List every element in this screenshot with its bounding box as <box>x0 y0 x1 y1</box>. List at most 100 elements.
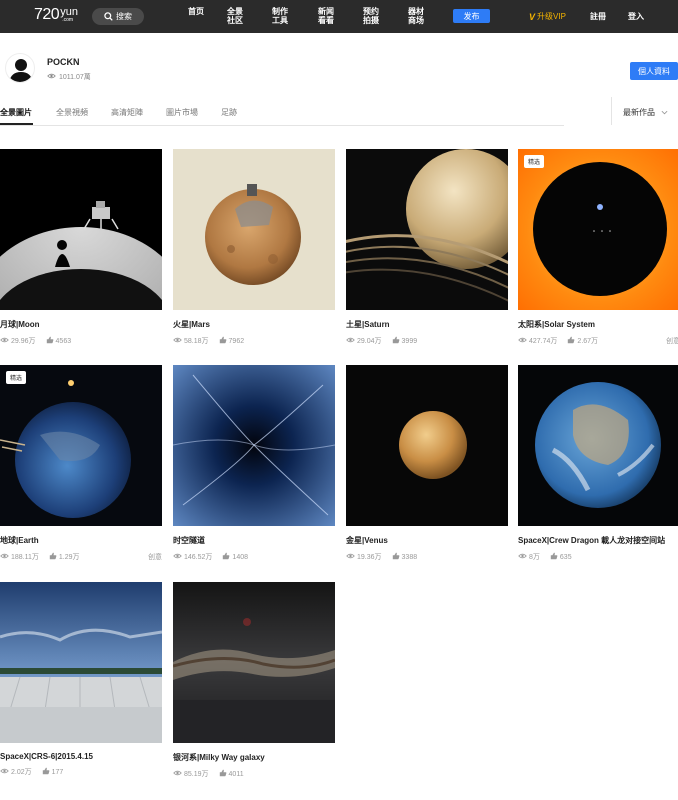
card-thumbnail-solar-system[interactable]: 精选 <box>518 149 678 310</box>
nav-tools[interactable]: 制作工具 <box>270 7 290 25</box>
login-link[interactable]: 登入 <box>628 11 644 22</box>
card-thumbnail-venus[interactable] <box>346 365 508 526</box>
nav-booking[interactable]: 预约拍摄 <box>361 7 381 25</box>
card-title[interactable]: 时空隧道 <box>173 535 335 546</box>
thumbs-up-icon <box>222 552 230 562</box>
eye-icon <box>0 553 9 561</box>
nav-store[interactable]: 器材商场 <box>406 7 426 25</box>
card-title[interactable]: 金星|Venus <box>346 535 508 546</box>
views-count: 8万 <box>529 554 540 561</box>
card-mars[interactable]: 火星|Mars 58.18万 7962 <box>173 149 335 346</box>
card-meta: 85.19万 4011 <box>173 769 335 779</box>
card-meta: 58.18万 7962 <box>173 336 335 346</box>
card-moon[interactable]: 月球|Moon 29.96万 4563 <box>0 149 162 346</box>
card-meta: 8万 635 <box>518 552 678 562</box>
likes-count: 3999 <box>401 337 418 345</box>
likes-count: 4011 <box>228 770 244 778</box>
card-venus[interactable]: 金星|Venus 19.36万 3388 <box>346 365 508 562</box>
card-title[interactable]: 银河系|Milky Way galaxy <box>173 752 335 763</box>
thumbs-up-icon <box>46 336 54 346</box>
thumbs-up-icon <box>49 552 57 562</box>
eye-icon <box>173 337 182 345</box>
views-group: 58.18万 <box>173 336 209 346</box>
thumbs-up-icon <box>550 552 558 562</box>
vip-icon: V <box>529 11 536 22</box>
card-time-tunnel[interactable]: 时空隧道 146.52万 1408 <box>173 365 335 562</box>
likes-group: 635 <box>550 552 572 562</box>
card-title[interactable]: 太阳系|Solar System <box>518 319 678 330</box>
card-milky-way[interactable]: 银河系|Milky Way galaxy 85.19万 4011 <box>173 582 335 779</box>
card-thumbnail-time-tunnel[interactable] <box>173 365 335 526</box>
featured-badge: 精选 <box>524 155 545 168</box>
tab-footprints[interactable]: 足跡 <box>221 107 237 118</box>
thumbs-up-icon <box>219 336 227 346</box>
eye-icon <box>173 553 182 561</box>
views-count: 188.11万 <box>11 554 39 561</box>
eye-icon <box>0 768 9 776</box>
nav-news[interactable]: 新闻看看 <box>316 7 336 25</box>
card-title[interactable]: 火星|Mars <box>173 319 335 330</box>
card-crs6[interactable]: SpaceX|CRS-6|2015.4.15 2.02万 177 <box>0 582 162 777</box>
publish-button[interactable]: 发布 <box>453 9 490 23</box>
card-title[interactable]: SpaceX|Crew Dragon 載人龙对接空间站 <box>518 535 678 546</box>
card-title[interactable]: 月球|Moon <box>0 319 162 330</box>
vip-label: 升级VIP <box>537 12 566 21</box>
card-crew-dragon[interactable]: SpaceX|Crew Dragon 載人龙对接空间站 8万 635 <box>518 365 678 562</box>
views-group: 29.96万 <box>0 336 36 346</box>
search-label: 搜索 <box>116 12 132 21</box>
avatar[interactable] <box>5 53 35 83</box>
card-meta: 146.52万 1408 <box>173 552 335 562</box>
card-earth[interactable]: 精选 地球|Earth 188.11万 1.29万 创意 <box>0 365 162 562</box>
tab-hd-matrix[interactable]: 高清矩陣 <box>111 107 143 118</box>
eye-icon <box>346 553 355 561</box>
views-count: 19.36万 <box>357 554 382 561</box>
thumbs-up-icon <box>42 767 50 777</box>
sort-dropdown[interactable]: 最新作品 <box>623 107 668 118</box>
card-meta: 427.74万 2.67万 创意 <box>518 336 678 346</box>
card-meta: 29.04万 3999 <box>346 336 508 346</box>
profile-info-button[interactable]: 個人資料 <box>630 62 678 80</box>
eye-icon <box>518 553 527 561</box>
likes-group: 4011 <box>219 769 244 779</box>
thumbs-up-icon <box>567 336 575 346</box>
views-group: 188.11万 <box>0 552 39 562</box>
eye-icon <box>346 337 355 345</box>
likes-count: 2.67万 <box>577 338 599 345</box>
logo-number: 720 <box>34 6 60 23</box>
likes-count: 7962 <box>228 337 245 345</box>
featured-badge: 精选 <box>6 371 27 384</box>
search-button[interactable]: 搜索 <box>92 8 144 25</box>
likes-count: 3388 <box>401 553 418 561</box>
tab-panorama-images[interactable]: 全景圖片 <box>0 107 32 118</box>
nav-home[interactable]: 首页 <box>186 7 206 16</box>
likes-group: 2.67万 <box>567 336 598 346</box>
card-thumbnail-mars[interactable] <box>173 149 335 310</box>
likes-group: 7962 <box>219 336 245 346</box>
top-navbar: 720 yun .com 搜索 首页 全景社区 制作工具 新闻看看 预约拍摄 器… <box>0 0 678 33</box>
views-group: 8万 <box>518 552 540 562</box>
tab-image-market[interactable]: 圖片市場 <box>166 107 198 118</box>
card-meta: 19.36万 3388 <box>346 552 508 562</box>
register-link[interactable]: 註冊 <box>590 11 606 22</box>
site-logo[interactable]: 720 yun .com <box>34 6 78 24</box>
likes-group: 3999 <box>392 336 418 346</box>
card-thumbnail-saturn[interactable] <box>346 149 508 310</box>
card-thumbnail-moon[interactable] <box>0 149 162 310</box>
nav-community[interactable]: 全景社区 <box>225 7 245 25</box>
sort-label: 最新作品 <box>623 108 655 117</box>
upgrade-vip-link[interactable]: V 升级VIP <box>529 11 566 22</box>
tab-panorama-videos[interactable]: 全景視頻 <box>56 107 88 118</box>
card-saturn[interactable]: 土星|Saturn 29.04万 3999 <box>346 149 508 346</box>
card-title[interactable]: 地球|Earth <box>0 535 162 546</box>
card-meta: 29.96万 4563 <box>0 336 162 346</box>
likes-count: 1408 <box>232 553 248 561</box>
category-tag: 创意 <box>666 338 678 345</box>
card-thumbnail-earth[interactable]: 精选 <box>0 365 162 526</box>
card-title[interactable]: SpaceX|CRS-6|2015.4.15 <box>0 752 162 761</box>
logo-sub-text: .com <box>62 17 74 23</box>
card-thumbnail-crs6[interactable] <box>0 582 162 743</box>
card-solar-system[interactable]: 精选 太阳系|Solar System 427.74万 2.67万 创意 <box>518 149 678 346</box>
card-title[interactable]: 土星|Saturn <box>346 319 508 330</box>
card-thumbnail-milky-way[interactable] <box>173 582 335 743</box>
card-thumbnail-crew-dragon[interactable] <box>518 365 678 526</box>
